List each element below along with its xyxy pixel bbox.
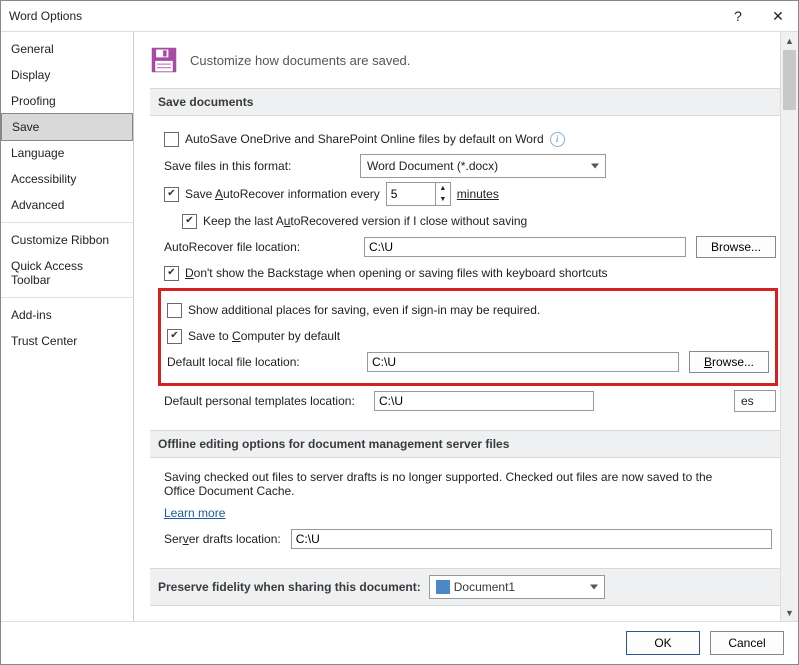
- close-button[interactable]: ✕: [758, 1, 798, 31]
- scroll-down-icon[interactable]: ▼: [781, 604, 798, 621]
- cancel-button[interactable]: Cancel: [710, 631, 784, 655]
- titlebar: Word Options ? ✕: [1, 1, 798, 32]
- options-content: Customize how documents are saved. Save …: [134, 32, 780, 621]
- dont-backstage-label: Don't show the Backstage when opening or…: [185, 266, 608, 280]
- save-floppy-icon: [150, 46, 178, 74]
- default-local-input[interactable]: [367, 352, 679, 372]
- page-header: Customize how documents are saved.: [190, 53, 410, 68]
- autorecover-label-pre: Save AutoRecover information every: [185, 187, 380, 201]
- info-icon[interactable]: i: [550, 132, 565, 147]
- highlight-box: Show additional places for saving, even …: [158, 288, 778, 386]
- ok-button[interactable]: OK: [626, 631, 700, 655]
- spin-up-icon[interactable]: ▲: [436, 183, 450, 194]
- nav-item-display[interactable]: Display: [1, 62, 133, 88]
- section-preserve: Preserve fidelity when sharing this docu…: [150, 568, 780, 606]
- autosave-checkbox[interactable]: [164, 132, 179, 147]
- ar-loc-input[interactable]: [364, 237, 686, 257]
- default-local-browse-button[interactable]: Browse...: [689, 351, 769, 373]
- section-offline: Offline editing options for document man…: [150, 430, 780, 458]
- help-button[interactable]: ?: [718, 1, 758, 31]
- learn-more-link[interactable]: Learn more: [164, 506, 225, 520]
- save-to-computer-checkbox[interactable]: [167, 329, 182, 344]
- offline-note: Saving checked out files to server draft…: [164, 470, 744, 498]
- dont-backstage-checkbox[interactable]: [164, 266, 179, 281]
- autorecover-value[interactable]: [387, 183, 435, 205]
- templates-input[interactable]: [374, 391, 594, 411]
- dialog-footer: OK Cancel: [1, 621, 798, 664]
- templates-label: Default personal templates location:: [164, 394, 364, 408]
- nav-item-customize-ribbon[interactable]: Customize Ribbon: [1, 227, 133, 253]
- window-title: Word Options: [9, 9, 82, 23]
- templates-tail-box[interactable]: es: [734, 390, 776, 412]
- nav-item-add-ins[interactable]: Add-ins: [1, 302, 133, 328]
- nav-item-language[interactable]: Language: [1, 140, 133, 166]
- keep-last-checkbox[interactable]: [182, 214, 197, 229]
- nav-item-quick-access-toolbar[interactable]: Quick Access Toolbar: [1, 253, 133, 293]
- section-save-documents: Save documents: [150, 88, 780, 116]
- show-additional-label: Show additional places for saving, even …: [188, 303, 540, 317]
- default-local-label: Default local file location:: [167, 355, 357, 369]
- nav-item-trust-center[interactable]: Trust Center: [1, 328, 133, 354]
- save-to-computer-label: Save to Computer by default: [188, 329, 340, 343]
- nav-item-save[interactable]: Save: [1, 113, 133, 141]
- spin-down-icon[interactable]: ▼: [436, 194, 450, 205]
- format-combo[interactable]: Word Document (*.docx): [360, 154, 606, 178]
- scrollbar[interactable]: ▲ ▼: [780, 32, 798, 621]
- server-drafts-label: Server drafts location:: [164, 532, 281, 546]
- nav-item-advanced[interactable]: Advanced: [1, 192, 133, 218]
- autosave-label: AutoSave OneDrive and SharePoint Online …: [185, 132, 544, 146]
- keep-last-label: Keep the last AutoRecovered version if I…: [203, 214, 527, 228]
- scroll-up-icon[interactable]: ▲: [781, 32, 798, 49]
- options-nav: GeneralDisplayProofingSaveLanguageAccess…: [1, 32, 134, 621]
- show-additional-checkbox[interactable]: [167, 303, 182, 318]
- autorecover-checkbox[interactable]: [164, 187, 179, 202]
- preserve-doc-combo[interactable]: Document1: [429, 575, 605, 599]
- nav-item-proofing[interactable]: Proofing: [1, 88, 133, 114]
- server-drafts-input[interactable]: [291, 529, 772, 549]
- autorecover-spinner[interactable]: ▲▼: [386, 182, 451, 206]
- nav-item-general[interactable]: General: [1, 36, 133, 62]
- ar-loc-label: AutoRecover file location:: [164, 240, 354, 254]
- autorecover-label-post: minutes: [457, 187, 499, 201]
- ar-browse-button[interactable]: Browse...: [696, 236, 776, 258]
- scroll-thumb[interactable]: [783, 50, 796, 110]
- format-label: Save files in this format:: [164, 159, 354, 173]
- nav-item-accessibility[interactable]: Accessibility: [1, 166, 133, 192]
